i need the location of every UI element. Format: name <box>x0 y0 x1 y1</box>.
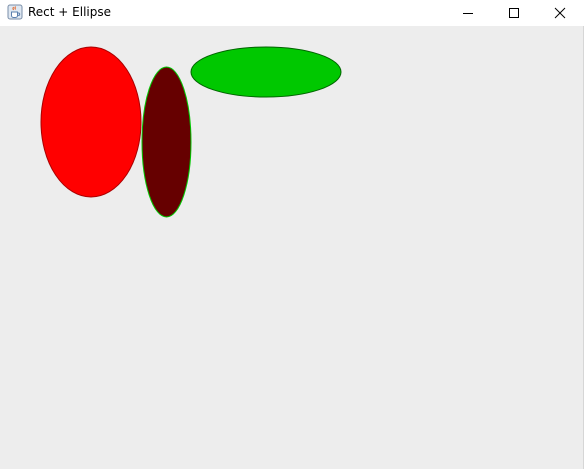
close-button[interactable] <box>537 0 583 26</box>
maximize-button[interactable] <box>491 0 537 26</box>
app-window: Rect + Ellipse <box>0 0 584 469</box>
drawing-canvas <box>0 26 584 469</box>
minimize-button[interactable] <box>445 0 491 26</box>
close-icon <box>554 7 566 19</box>
maximize-icon <box>509 8 519 18</box>
red-ellipse <box>40 46 142 198</box>
title-bar[interactable]: Rect + Ellipse <box>0 0 584 26</box>
dark-red-ellipse <box>141 66 192 218</box>
window-title: Rect + Ellipse <box>28 5 112 19</box>
java-cup-icon <box>7 4 23 20</box>
minimize-icon <box>463 13 473 14</box>
shapes-layer <box>40 46 342 218</box>
green-ellipse <box>190 46 342 98</box>
